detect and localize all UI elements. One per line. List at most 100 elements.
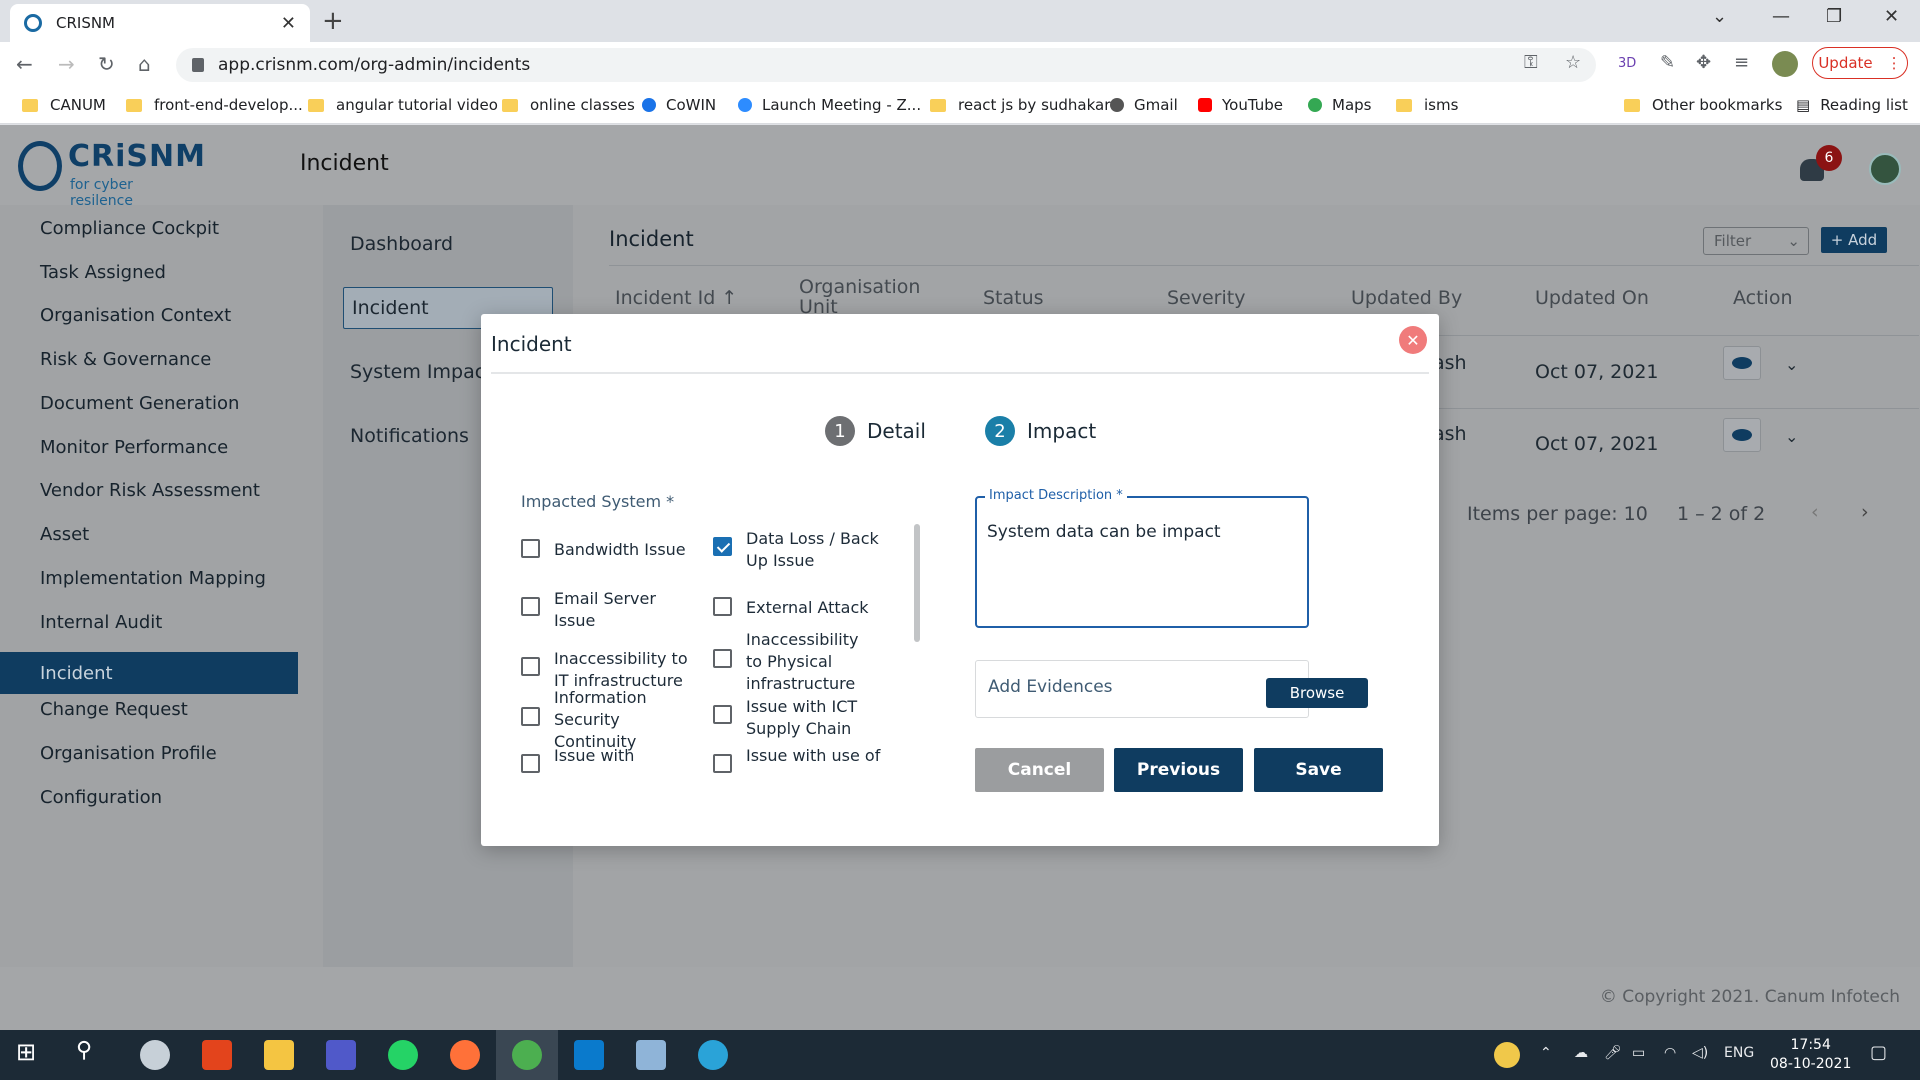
sidebar-item-implementation-mapping[interactable]: Implementation Mapping (0, 557, 298, 599)
checkbox[interactable] (521, 754, 540, 773)
microphone-icon[interactable]: 🎤︎ (1604, 1045, 1622, 1061)
minimize-icon[interactable]: — (1772, 6, 1790, 27)
sidebar-item-compliance-cockpit[interactable]: Compliance Cockpit (0, 207, 298, 249)
bookmark-item[interactable]: angular tutorial video (308, 96, 498, 114)
telegram-icon[interactable] (698, 1040, 728, 1070)
checkbox-ict-supply-chain[interactable]: Issue with ICT Supply Chain (713, 696, 893, 740)
column-header-incident-id[interactable]: Incident Id ↑ (615, 287, 737, 309)
bookmark-item[interactable]: Other bookmarks (1624, 96, 1782, 114)
bookmark-item[interactable]: Gmail (1110, 96, 1178, 114)
sidebar-item-monitor-performance[interactable]: Monitor Performance (0, 426, 298, 468)
checkbox-inaccessibility-it[interactable]: Inaccessibility to IT infrastructure (521, 648, 701, 692)
checkbox-inaccessibility-physical[interactable]: Inaccessibility to Physical infrastructu… (713, 629, 873, 695)
close-window-icon[interactable]: ✕ (1884, 6, 1899, 27)
sidebar-item-risk-governance[interactable]: Risk & Governance (0, 338, 298, 380)
checkbox[interactable] (521, 539, 540, 558)
list-scrollbar[interactable] (914, 524, 920, 642)
subnav-dashboard[interactable]: Dashboard (350, 233, 453, 255)
volume-icon[interactable]: ◁) (1692, 1045, 1708, 1061)
column-header-severity[interactable]: Severity (1167, 287, 1245, 309)
restore-icon[interactable]: ❐ (1826, 6, 1842, 27)
home-icon[interactable]: ⌂ (138, 52, 151, 76)
back-icon[interactable]: ← (16, 52, 33, 76)
checkbox[interactable] (713, 597, 732, 616)
sidebar-item-asset[interactable]: Asset (0, 513, 298, 555)
teams-icon[interactable] (326, 1040, 356, 1070)
avatar[interactable] (1869, 153, 1901, 185)
checkbox-email-server-issue[interactable]: Email Server Issue (521, 588, 701, 632)
prev-page-icon[interactable]: ‹ (1811, 501, 1819, 523)
logo[interactable]: CRiSNM for cyber resilence (18, 139, 205, 209)
bookmark-item[interactable]: CoWIN (642, 96, 716, 114)
checkbox[interactable] (713, 537, 732, 556)
filter-select[interactable]: Filter ⌄ (1703, 227, 1809, 255)
bookmark-item[interactable]: YouTube (1198, 96, 1283, 114)
view-eye-button[interactable] (1723, 418, 1761, 452)
profile-avatar[interactable] (1772, 51, 1798, 77)
checkbox-data-loss[interactable]: Data Loss / Back Up Issue (713, 528, 893, 572)
subnav-notifications[interactable]: Notifications (350, 425, 469, 447)
vscode-icon[interactable] (574, 1040, 604, 1070)
update-button[interactable]: Update ⋮ (1812, 47, 1908, 79)
file-explorer-icon[interactable] (264, 1040, 294, 1070)
bookmark-item[interactable]: react js by sudhakar (930, 96, 1110, 114)
checkbox[interactable] (713, 649, 732, 668)
checkbox-issue-with-use-of[interactable]: Issue with use of (713, 745, 893, 773)
browse-button[interactable]: Browse (1266, 678, 1368, 708)
checkbox[interactable] (521, 657, 540, 676)
sidebar-item-organisation-profile[interactable]: Organisation Profile (0, 732, 298, 774)
sidebar-item-document-generation[interactable]: Document Generation (0, 382, 298, 424)
bookmark-item[interactable]: CANUM (22, 96, 106, 114)
step-impact[interactable]: 2 Impact (985, 416, 1096, 446)
impact-description-field[interactable]: Impact Description * System data can be … (975, 488, 1309, 628)
forward-icon[interactable]: → (58, 52, 75, 76)
sidebar-item-internal-audit[interactable]: Internal Audit (0, 601, 298, 643)
view-eye-button[interactable] (1723, 346, 1761, 380)
profile-menu-icon[interactable]: ⌄ (1712, 6, 1727, 27)
wifi-icon[interactable]: ◠ (1664, 1045, 1676, 1061)
extensions-puzzle-icon[interactable]: ✥ (1696, 52, 1711, 73)
snipping-icon[interactable] (140, 1040, 170, 1070)
reload-icon[interactable]: ↻ (98, 52, 115, 76)
bookmark-item[interactable]: online classes (502, 96, 635, 114)
checkbox-external-attack[interactable]: External Attack (713, 597, 893, 619)
bookmark-item[interactable]: Maps (1308, 96, 1371, 114)
address-bar[interactable]: app.crisnm.com/org-admin/incidents (176, 48, 1596, 82)
notifications-icon[interactable]: ▢ (1870, 1042, 1887, 1063)
notepad-icon[interactable] (636, 1040, 666, 1070)
subnav-system-impact[interactable]: System Impac (350, 361, 485, 383)
sidebar-item-task-assigned[interactable]: Task Assigned (0, 251, 298, 293)
cloud-icon[interactable]: ☁ (1574, 1045, 1588, 1061)
key-icon[interactable]: ⚿ (1524, 52, 1538, 73)
items-per-page[interactable]: Items per page: 10 (1467, 503, 1648, 525)
clock[interactable]: 17:54 08-10-2021 (1770, 1036, 1851, 1074)
media-queue-icon[interactable]: ≡ (1734, 52, 1749, 73)
reading-list[interactable]: ▤ Reading list (1796, 96, 1908, 114)
bookmark-item[interactable]: isms (1396, 96, 1458, 114)
checkbox[interactable] (521, 597, 540, 616)
add-button[interactable]: + Add (1821, 227, 1887, 253)
browser-tab[interactable]: CRISNM ✕ (10, 4, 310, 42)
column-header-updated-by[interactable]: Updated By (1351, 287, 1462, 309)
chevron-down-icon[interactable]: ⌄ (1785, 427, 1798, 446)
next-page-icon[interactable]: › (1861, 501, 1869, 523)
checkbox[interactable] (713, 754, 732, 773)
column-header-organisation-unit[interactable]: Organisation Unit (799, 277, 949, 317)
close-tab-icon[interactable]: ✕ (281, 13, 296, 34)
checkbox[interactable] (713, 705, 732, 724)
cancel-button[interactable]: Cancel (975, 748, 1104, 792)
office-icon[interactable] (202, 1040, 232, 1070)
checkbox-information-security[interactable]: Information Security Continuity (521, 687, 701, 753)
chrome-icon[interactable] (512, 1040, 542, 1070)
save-button[interactable]: Save (1254, 748, 1383, 792)
checkbox-issue-with[interactable]: Issue with (521, 745, 701, 773)
checkbox[interactable] (521, 707, 540, 726)
sidebar-item-change-request[interactable]: Change Request (0, 688, 298, 730)
extension-3d-icon[interactable]: 3D (1618, 56, 1636, 71)
whatsapp-icon[interactable] (388, 1040, 418, 1070)
sidebar-item-organisation-context[interactable]: Organisation Context (0, 294, 298, 336)
extension-pen-icon[interactable]: ✎ (1660, 52, 1675, 73)
sidebar-item-configuration[interactable]: Configuration (0, 776, 298, 818)
firefox-icon[interactable] (450, 1040, 480, 1070)
previous-button[interactable]: Previous (1114, 748, 1243, 792)
